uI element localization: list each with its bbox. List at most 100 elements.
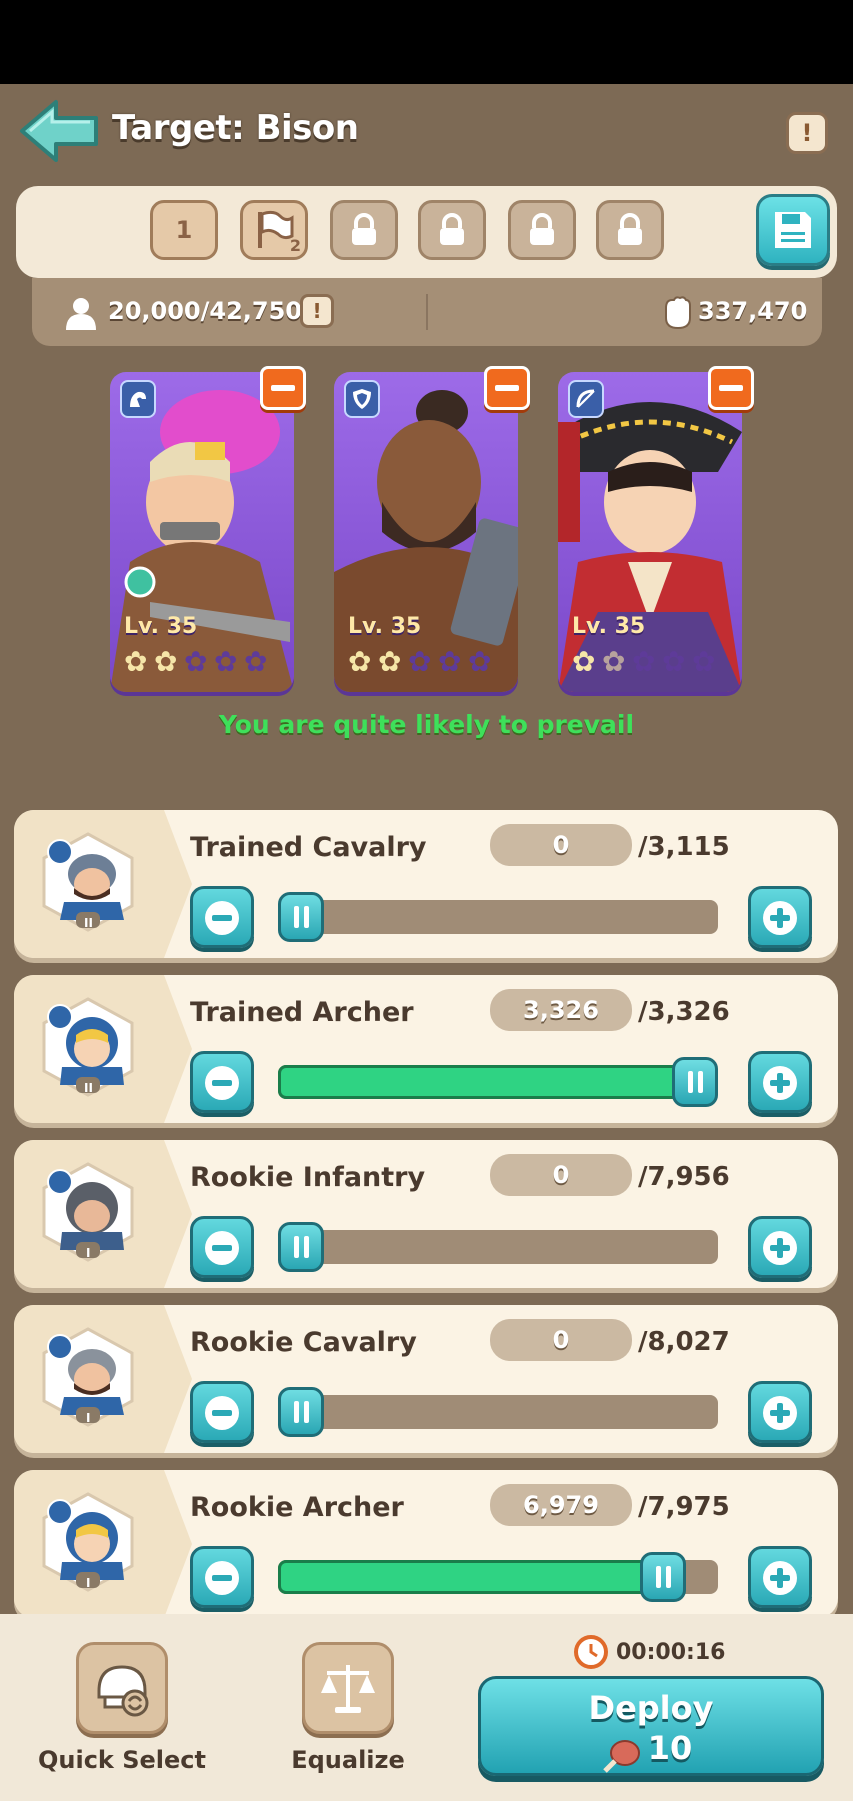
decrease-button[interactable]: [190, 1216, 254, 1278]
formation-slot-4[interactable]: [418, 200, 486, 260]
clock-icon: [574, 1635, 608, 1669]
save-formation-button[interactable]: [756, 194, 830, 266]
troop-row-trained-cavalry: II Trained Cavalry 0 /3,115: [14, 810, 838, 958]
increase-button[interactable]: [748, 1381, 812, 1443]
hero-level: Lv. 35: [124, 614, 198, 639]
decrease-button[interactable]: [190, 1051, 254, 1113]
lock-icon: [618, 213, 642, 245]
star-icon: ✿: [184, 645, 208, 678]
troop-slider[interactable]: [278, 1222, 718, 1272]
slot-number: 1: [175, 216, 193, 244]
battle-prediction: You are quite likely to prevail: [218, 710, 635, 739]
troop-tier: II: [84, 916, 93, 930]
stats-divider: [426, 294, 428, 330]
troop-max: /3,326: [638, 997, 730, 1027]
equalize-button[interactable]: [302, 1642, 394, 1734]
troop-name: Trained Cavalry: [190, 832, 427, 863]
troop-count-input[interactable]: 0: [490, 1154, 632, 1196]
troop-row-rookie-infantry: I Rookie Infantry 0 /7,956: [14, 1140, 838, 1288]
hero-portrait-2: [334, 390, 518, 692]
quick-select-label: Quick Select: [37, 1746, 207, 1774]
troop-row-rookie-archer: I Rookie Archer 6,979 /7,975: [14, 1470, 838, 1618]
troop-slider[interactable]: [278, 1057, 718, 1107]
slider-handle[interactable]: [278, 892, 324, 942]
formation-slot-1[interactable]: 1: [150, 200, 218, 260]
star-icon: ✿: [214, 645, 238, 678]
timer-value: 00:00:16: [616, 1639, 726, 1665]
troop-count-input[interactable]: 0: [490, 824, 632, 866]
capacity-warning-button[interactable]: !: [300, 294, 334, 328]
hero-level: Lv. 35: [348, 614, 422, 639]
troop-row-trained-archer: II Trained Archer 3,326 /3,326: [14, 975, 838, 1123]
power-value: 337,470: [698, 297, 808, 325]
decrease-button[interactable]: [190, 1381, 254, 1443]
hero-card-3[interactable]: Lv. 35 ✿ ✿ ✿ ✿ ✿: [558, 372, 742, 692]
slot-number: 2: [289, 236, 301, 255]
equalize-label: Equalize: [291, 1746, 405, 1774]
back-arrow-icon: [20, 100, 98, 162]
fist-power-icon: [665, 296, 691, 330]
troop-count-input[interactable]: 6,979: [490, 1484, 632, 1526]
troop-name: Rookie Archer: [190, 1492, 404, 1523]
troop-tier: I: [86, 1411, 91, 1425]
info-button[interactable]: !: [786, 112, 828, 154]
decrease-button[interactable]: [190, 1546, 254, 1608]
star-icon: ✿: [438, 645, 462, 678]
star-icon: ✿: [378, 645, 402, 678]
troop-slider[interactable]: [278, 1387, 718, 1437]
plus-icon: [763, 1561, 797, 1595]
troop-max: /8,027: [638, 1327, 730, 1357]
minus-icon: [205, 1066, 239, 1100]
formation-slot-6[interactable]: [596, 200, 664, 260]
troop-capacity: 20,000/42,750: [108, 297, 302, 325]
troops-icon: [66, 298, 96, 330]
troop-count-input[interactable]: 3,326: [490, 989, 632, 1031]
bow-icon: [568, 380, 604, 418]
minus-icon: [205, 1396, 239, 1430]
troop-max: /7,956: [638, 1162, 730, 1192]
star-icon: ✿: [632, 645, 656, 678]
star-icon: ✿: [468, 645, 492, 678]
decrease-button[interactable]: [190, 886, 254, 948]
deploy-button[interactable]: Deploy 10: [478, 1676, 824, 1776]
lock-icon: [352, 213, 376, 245]
star-icon: ✿: [572, 645, 596, 678]
deploy-label: Deploy: [588, 1689, 714, 1727]
formation-slot-2[interactable]: 2: [240, 200, 308, 260]
increase-button[interactable]: [748, 1216, 812, 1278]
formation-slot-5[interactable]: [508, 200, 576, 260]
minus-icon: [205, 1231, 239, 1265]
star-icon: ✿: [124, 645, 148, 678]
slider-handle[interactable]: [278, 1222, 324, 1272]
troop-slider[interactable]: [278, 892, 718, 942]
increase-button[interactable]: [748, 1546, 812, 1608]
troop-row-rookie-cavalry: I Rookie Cavalry 0 /8,027: [14, 1305, 838, 1453]
troop-tier: I: [86, 1576, 91, 1590]
remove-hero-2-button[interactable]: [484, 366, 530, 410]
save-icon: [775, 212, 811, 248]
minus-icon: [205, 901, 239, 935]
status-bar: [0, 0, 853, 84]
troop-slider[interactable]: [278, 1552, 718, 1602]
hero-portrait-1: [110, 390, 294, 692]
increase-button[interactable]: [748, 886, 812, 948]
increase-button[interactable]: [748, 1051, 812, 1113]
slider-handle[interactable]: [640, 1552, 686, 1602]
hero-stars: ✿ ✿ ✿ ✿ ✿: [124, 648, 272, 676]
scales-icon: [321, 1665, 375, 1713]
quick-select-button[interactable]: [76, 1642, 168, 1734]
remove-hero-1-button[interactable]: [260, 366, 306, 410]
slider-handle[interactable]: [278, 1387, 324, 1437]
back-button[interactable]: [18, 98, 100, 164]
plus-icon: [763, 1066, 797, 1100]
lock-icon: [440, 213, 464, 245]
formation-slot-3[interactable]: [330, 200, 398, 260]
star-icon: ✿: [154, 645, 178, 678]
slider-handle[interactable]: [672, 1057, 718, 1107]
half-star-icon: ✿: [602, 645, 626, 678]
hero-card-1[interactable]: Lv. 35 ✿ ✿ ✿ ✿ ✿: [110, 372, 294, 692]
troop-count-input[interactable]: 0: [490, 1319, 632, 1361]
remove-hero-3-button[interactable]: [708, 366, 754, 410]
hero-card-2[interactable]: Lv. 35 ✿ ✿ ✿ ✿ ✿: [334, 372, 518, 692]
star-icon: ✿: [244, 645, 268, 678]
